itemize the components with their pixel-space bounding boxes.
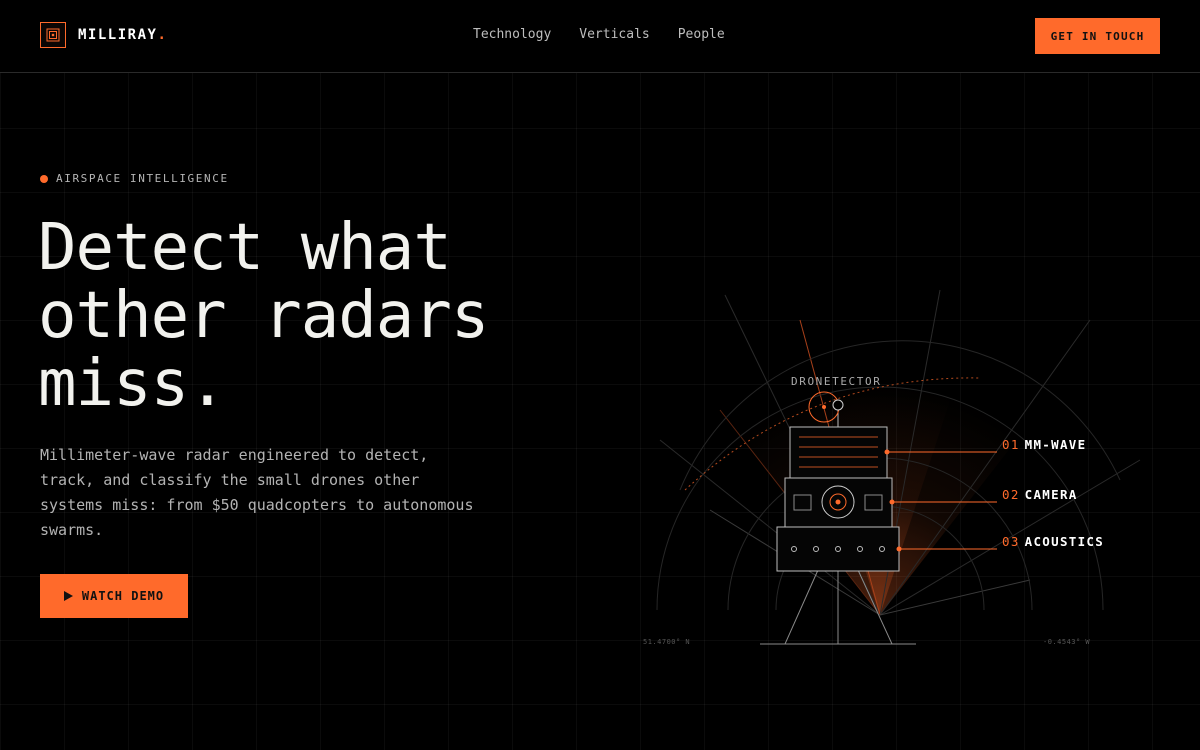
callout-mm-wave: 01 MM-WAVE bbox=[1002, 437, 1086, 452]
hero-subtext: Millimeter-wave radar engineered to dete… bbox=[40, 446, 474, 539]
brand-dot: . bbox=[157, 27, 166, 43]
callout-label: ACOUSTICS bbox=[1024, 534, 1105, 549]
headline-line-3: miss. bbox=[38, 347, 227, 421]
headline-line-1: Detect what bbox=[38, 211, 452, 285]
top-navbar: MILLIRAY. Technology Verticals People GE… bbox=[0, 0, 1200, 73]
callout-acoustics: 03 ACOUSTICS bbox=[1002, 534, 1104, 549]
callout-label: MM-WAVE bbox=[1024, 437, 1087, 452]
dronetector-illustration: DRONETECTOR 01 MM-WAVE 02 CAMERA 03 ACOUSTI… bbox=[600, 280, 1160, 660]
hero-headline: Detect what other radars miss. bbox=[38, 214, 658, 418]
watch-demo-label: WATCH DEMO bbox=[81, 589, 165, 603]
nav-link-people[interactable]: People bbox=[678, 27, 725, 42]
eyebrow: AIRSPACE INTELLIGENCE bbox=[40, 172, 229, 185]
watch-demo-button[interactable]: WATCH DEMO bbox=[40, 574, 188, 618]
callout-label: CAMERA bbox=[1024, 487, 1078, 502]
callout-number: 03 bbox=[1002, 534, 1020, 549]
device-label: DRONETECTOR bbox=[791, 375, 882, 388]
status-dot-icon bbox=[40, 174, 48, 183]
callout-number: 02 bbox=[1002, 487, 1020, 502]
get-in-touch-button[interactable]: GET IN TOUCH bbox=[1035, 18, 1160, 54]
nav-link-verticals[interactable]: Verticals bbox=[579, 27, 649, 42]
radar-device-drawing bbox=[656, 289, 1141, 645]
headline-line-2: other radars bbox=[38, 279, 489, 353]
nav-link-technology[interactable]: Technology bbox=[473, 27, 551, 42]
brand[interactable]: MILLIRAY. bbox=[40, 22, 166, 48]
callout-camera: 02 CAMERA bbox=[1002, 487, 1078, 502]
eyebrow-text: AIRSPACE INTELLIGENCE bbox=[56, 172, 229, 185]
coordinate-longitude: -0.4543° W bbox=[1043, 638, 1091, 646]
radar-chip-icon bbox=[40, 22, 66, 48]
play-icon bbox=[63, 591, 73, 601]
callout-number: 01 bbox=[1002, 437, 1020, 452]
nav-links: Technology Verticals People bbox=[473, 27, 753, 42]
coordinate-latitude: 51.4700° N bbox=[643, 638, 691, 646]
brand-name: MILLIRAY bbox=[78, 27, 158, 43]
